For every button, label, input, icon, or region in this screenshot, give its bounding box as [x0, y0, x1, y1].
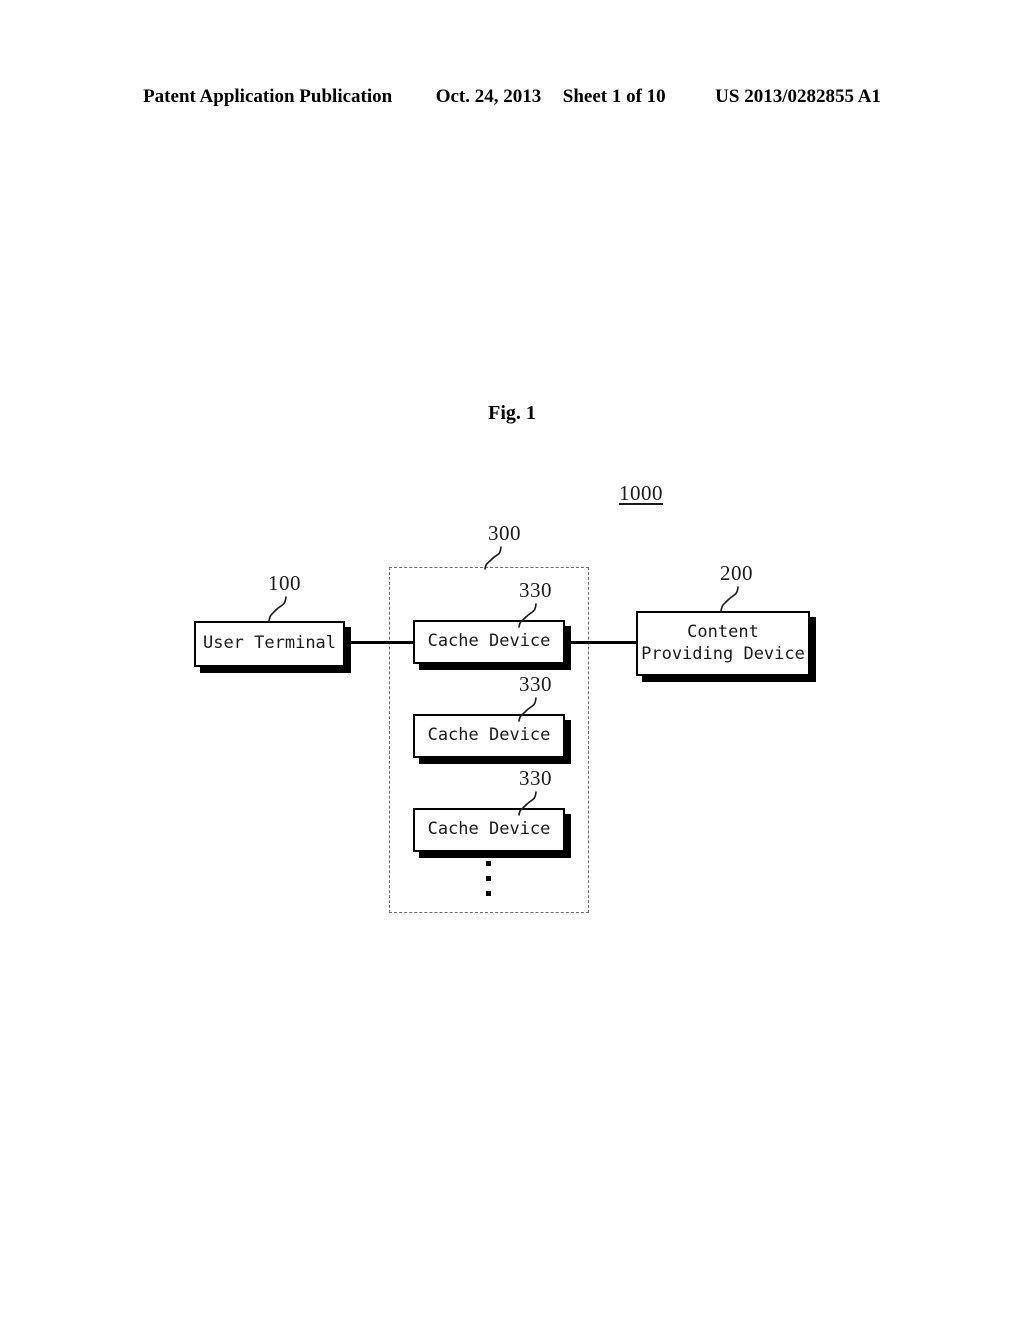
- header-date: Oct. 24, 2013: [435, 86, 542, 107]
- leader-line-330-2: [518, 697, 537, 722]
- leader-line-330-3: [518, 791, 537, 816]
- content-provider-label-line1: Content: [687, 622, 759, 643]
- header-patent-number: US 2013/0282855 A1: [715, 86, 881, 107]
- connector-user-terminal-to-cache: [351, 641, 415, 644]
- leader-line-300: [484, 546, 502, 570]
- connector-cache-to-content-provider: [571, 641, 637, 644]
- cache-device-3-label: Cache Device: [427, 819, 551, 840]
- cache-device-2-label: Cache Device: [427, 725, 551, 746]
- ref-numeral-100: 100: [268, 571, 301, 595]
- ref-numeral-200: 200: [720, 561, 753, 585]
- cache-device-1-label: Cache Device: [427, 631, 551, 652]
- patent-figure-page: Patent Application Publication Oct. 24, …: [0, 0, 1024, 1320]
- ref-numeral-300: 300: [488, 521, 521, 545]
- page-header: Patent Application Publication Oct. 24, …: [0, 86, 1024, 108]
- cache-device-3-shadow-bottom: [419, 852, 571, 858]
- cache-device-2-shadow-right: [565, 720, 571, 764]
- user-terminal-shadow-right: [345, 627, 351, 673]
- cache-device-3-shadow-right: [565, 814, 571, 858]
- header-publication: Patent Application Publication: [143, 86, 393, 107]
- ellipsis-dot-3: [486, 891, 491, 896]
- header-sheet: Sheet 1 of 10: [562, 86, 666, 107]
- leader-line-200: [720, 586, 739, 612]
- leader-line-330-1: [518, 603, 537, 628]
- node-content-providing-device[interactable]: Content Providing Device: [636, 611, 810, 676]
- cache-device-continuation-ellipsis: [486, 861, 491, 906]
- user-terminal-shadow-bottom: [200, 667, 351, 673]
- figure-title: Fig. 1: [488, 402, 536, 424]
- cache-device-1-shadow-bottom: [419, 664, 571, 670]
- ellipsis-dot-1: [486, 861, 491, 866]
- ellipsis-dot-2: [486, 876, 491, 881]
- user-terminal-label: User Terminal: [202, 633, 337, 654]
- node-user-terminal[interactable]: User Terminal: [194, 621, 345, 667]
- content-provider-label-line2: Providing Device: [641, 643, 805, 664]
- cache-device-2-shadow-bottom: [419, 758, 571, 764]
- content-provider-shadow-right: [810, 617, 816, 682]
- leader-line-100: [268, 596, 287, 622]
- ref-numeral-1000: 1000: [619, 481, 663, 505]
- content-provider-shadow-bottom: [642, 676, 816, 682]
- cache-device-1-shadow-right: [565, 626, 571, 670]
